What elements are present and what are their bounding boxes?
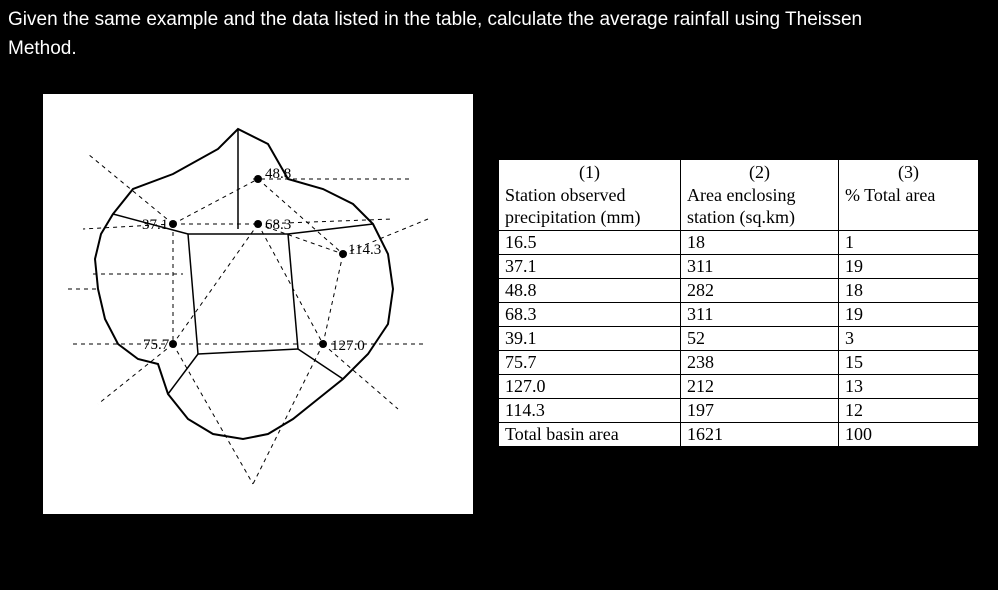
cell-area: 282 bbox=[681, 278, 839, 302]
cell-precip: 127.0 bbox=[499, 374, 681, 398]
station-point bbox=[319, 340, 327, 348]
cell-area: 311 bbox=[681, 302, 839, 326]
cell-total-area: 1621 bbox=[681, 422, 839, 446]
table-total-row: Total basin area1621100 bbox=[499, 422, 979, 446]
station-label: 75.7 bbox=[143, 337, 170, 353]
construction-line bbox=[173, 224, 258, 344]
construction-line bbox=[323, 254, 343, 344]
cell-precip: 114.3 bbox=[499, 398, 681, 422]
station-label: 114.3 bbox=[348, 242, 381, 258]
question-line-1: Given the same example and the data list… bbox=[8, 9, 862, 30]
cell-area: 238 bbox=[681, 350, 839, 374]
col2-text: Area enclosing station (sq.km) bbox=[687, 184, 832, 229]
station-point bbox=[254, 220, 262, 228]
cell-precip: 37.1 bbox=[499, 254, 681, 278]
basin-outline bbox=[95, 129, 393, 439]
table-row: 39.1523 bbox=[499, 326, 979, 350]
col3-text: % Total area bbox=[845, 184, 972, 207]
question-line-2: Method. bbox=[8, 38, 77, 59]
theissen-diagram: 48.8 37.1 68.3 114.3 75.7 127.0 bbox=[43, 94, 473, 514]
col1-text: Station observed precipitation (mm) bbox=[505, 184, 674, 229]
poly-edge bbox=[288, 224, 373, 234]
poly-edge bbox=[188, 234, 198, 354]
poly-edge bbox=[168, 354, 198, 394]
content-area: 48.8 37.1 68.3 114.3 75.7 127.0 (1) Stat… bbox=[0, 69, 998, 524]
construction-line bbox=[253, 344, 323, 484]
poly-edge bbox=[198, 349, 298, 354]
cell-pct: 19 bbox=[839, 254, 979, 278]
construction-line bbox=[258, 224, 323, 344]
table-row: 114.319712 bbox=[499, 398, 979, 422]
cell-area: 311 bbox=[681, 254, 839, 278]
construction-line bbox=[173, 179, 258, 224]
station-label: 37.1 bbox=[142, 217, 168, 233]
col3-num: (3) bbox=[845, 161, 972, 184]
table-body: 16.5181 37.131119 48.828218 68.331119 39… bbox=[499, 230, 979, 446]
col3-header: (3) % Total area bbox=[839, 160, 979, 231]
station-point bbox=[169, 340, 177, 348]
cell-precip: 75.7 bbox=[499, 350, 681, 374]
station-point bbox=[169, 220, 177, 228]
cell-total-pct: 100 bbox=[839, 422, 979, 446]
cell-pct: 18 bbox=[839, 278, 979, 302]
table-row: 68.331119 bbox=[499, 302, 979, 326]
cell-total-label: Total basin area bbox=[499, 422, 681, 446]
cell-precip: 48.8 bbox=[499, 278, 681, 302]
cell-area: 197 bbox=[681, 398, 839, 422]
cell-pct: 19 bbox=[839, 302, 979, 326]
cell-precip: 68.3 bbox=[499, 302, 681, 326]
cell-precip: 39.1 bbox=[499, 326, 681, 350]
poly-edge bbox=[288, 234, 298, 349]
table-header-row: (1) Station observed precipitation (mm) … bbox=[499, 160, 979, 231]
cell-area: 52 bbox=[681, 326, 839, 350]
cell-pct: 15 bbox=[839, 350, 979, 374]
table-row: 75.723815 bbox=[499, 350, 979, 374]
col2-header: (2) Area enclosing station (sq.km) bbox=[681, 160, 839, 231]
cell-pct: 3 bbox=[839, 326, 979, 350]
construction-line bbox=[88, 154, 173, 224]
cell-pct: 1 bbox=[839, 230, 979, 254]
data-table: (1) Station observed precipitation (mm) … bbox=[498, 159, 979, 447]
col1-header: (1) Station observed precipitation (mm) bbox=[499, 160, 681, 231]
cell-area: 18 bbox=[681, 230, 839, 254]
cell-pct: 12 bbox=[839, 398, 979, 422]
table-row: 48.828218 bbox=[499, 278, 979, 302]
station-label: 127.0 bbox=[331, 338, 365, 354]
col1-num: (1) bbox=[505, 161, 674, 184]
diagram-svg: 48.8 37.1 68.3 114.3 75.7 127.0 bbox=[43, 94, 473, 514]
col2-num: (2) bbox=[687, 161, 832, 184]
question-text: Given the same example and the data list… bbox=[0, 0, 998, 69]
table-row: 16.5181 bbox=[499, 230, 979, 254]
table-row: 127.021213 bbox=[499, 374, 979, 398]
station-point bbox=[254, 175, 262, 183]
station-label: 48.8 bbox=[265, 166, 291, 182]
cell-area: 212 bbox=[681, 374, 839, 398]
data-table-wrap: (1) Station observed precipitation (mm) … bbox=[498, 159, 979, 447]
cell-pct: 13 bbox=[839, 374, 979, 398]
table-row: 37.131119 bbox=[499, 254, 979, 278]
cell-precip: 16.5 bbox=[499, 230, 681, 254]
station-point bbox=[339, 250, 347, 258]
station-label: 68.3 bbox=[265, 217, 291, 233]
